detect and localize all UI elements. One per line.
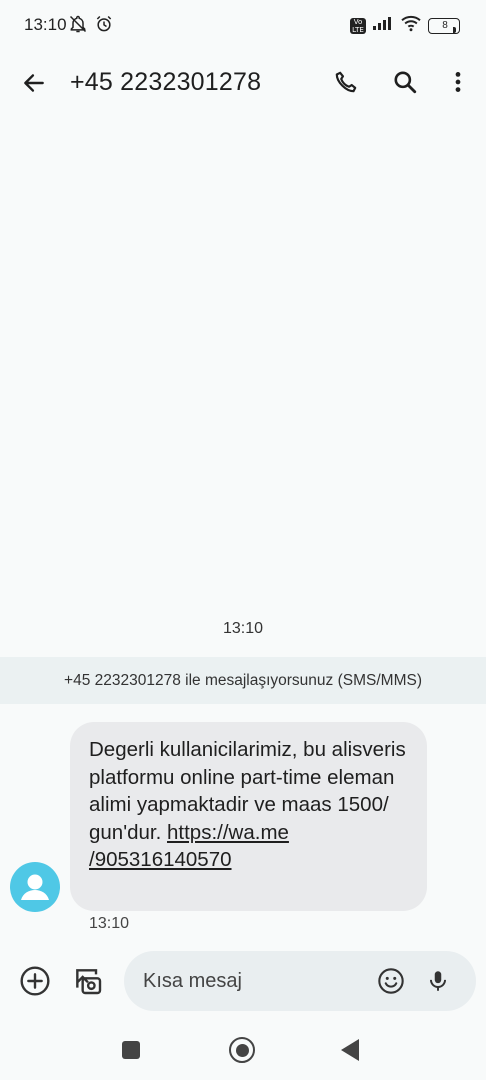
emoji-icon [378, 968, 404, 994]
compose-bar: Kısa mesaj [0, 951, 486, 1011]
more-options-button[interactable] [442, 66, 474, 98]
avatar[interactable] [10, 862, 60, 912]
search-button[interactable] [389, 66, 421, 98]
add-attachment-button[interactable] [18, 964, 52, 998]
alarm-icon [94, 14, 114, 39]
call-button[interactable] [330, 66, 362, 98]
emoji-button[interactable] [374, 964, 408, 998]
message-input[interactable]: Kısa mesaj [124, 951, 476, 1011]
back-arrow-icon [24, 74, 44, 92]
message-input-placeholder: Kısa mesaj [143, 970, 242, 992]
gallery-icon [76, 969, 102, 995]
add-circle-icon [20, 966, 50, 996]
bell-off-icon [68, 14, 88, 39]
mic-icon [429, 971, 447, 991]
volte-label-top: Vo [353, 17, 363, 26]
recents-icon[interactable] [122, 1041, 140, 1059]
search-icon [394, 71, 417, 94]
info-banner: +45 2232301278 ile mesajlaşıyorsunuz (SM… [0, 657, 486, 704]
battery-icon: 8 [428, 17, 460, 34]
volte-icon: Vo LTE [350, 17, 366, 34]
status-bar: 13:10 Vo LTE 8 [0, 0, 486, 50]
home-icon[interactable] [229, 1037, 255, 1063]
more-vert-icon [455, 72, 461, 92]
back-button[interactable] [18, 67, 50, 99]
home-dot [235, 1043, 249, 1057]
date-separator: 13:10 [222, 620, 264, 637]
person-icon [21, 874, 49, 900]
status-time: 13:10 [24, 15, 67, 34]
contact-title[interactable]: +45 2232301278 [70, 68, 261, 97]
battery-cap [452, 26, 456, 33]
conversation-header: +45 2232301278 [0, 50, 486, 114]
message-bubble[interactable]: Degerli kullanicilarimiz, bu alisveris p… [70, 722, 427, 911]
status-left-icons [68, 14, 114, 39]
gallery-button[interactable] [71, 964, 105, 998]
back-icon[interactable] [341, 1039, 359, 1061]
wifi-icon [400, 14, 422, 37]
voice-input-button[interactable] [421, 964, 455, 998]
system-navigation-bar [0, 1022, 486, 1080]
status-right-icons: Vo LTE 8 [350, 14, 460, 37]
battery-level: 8 [442, 20, 448, 31]
signal-icon [372, 15, 394, 36]
volte-label-bottom: LTE [352, 25, 364, 34]
phone-icon [335, 71, 357, 93]
message-time: 13:10 [89, 915, 130, 932]
